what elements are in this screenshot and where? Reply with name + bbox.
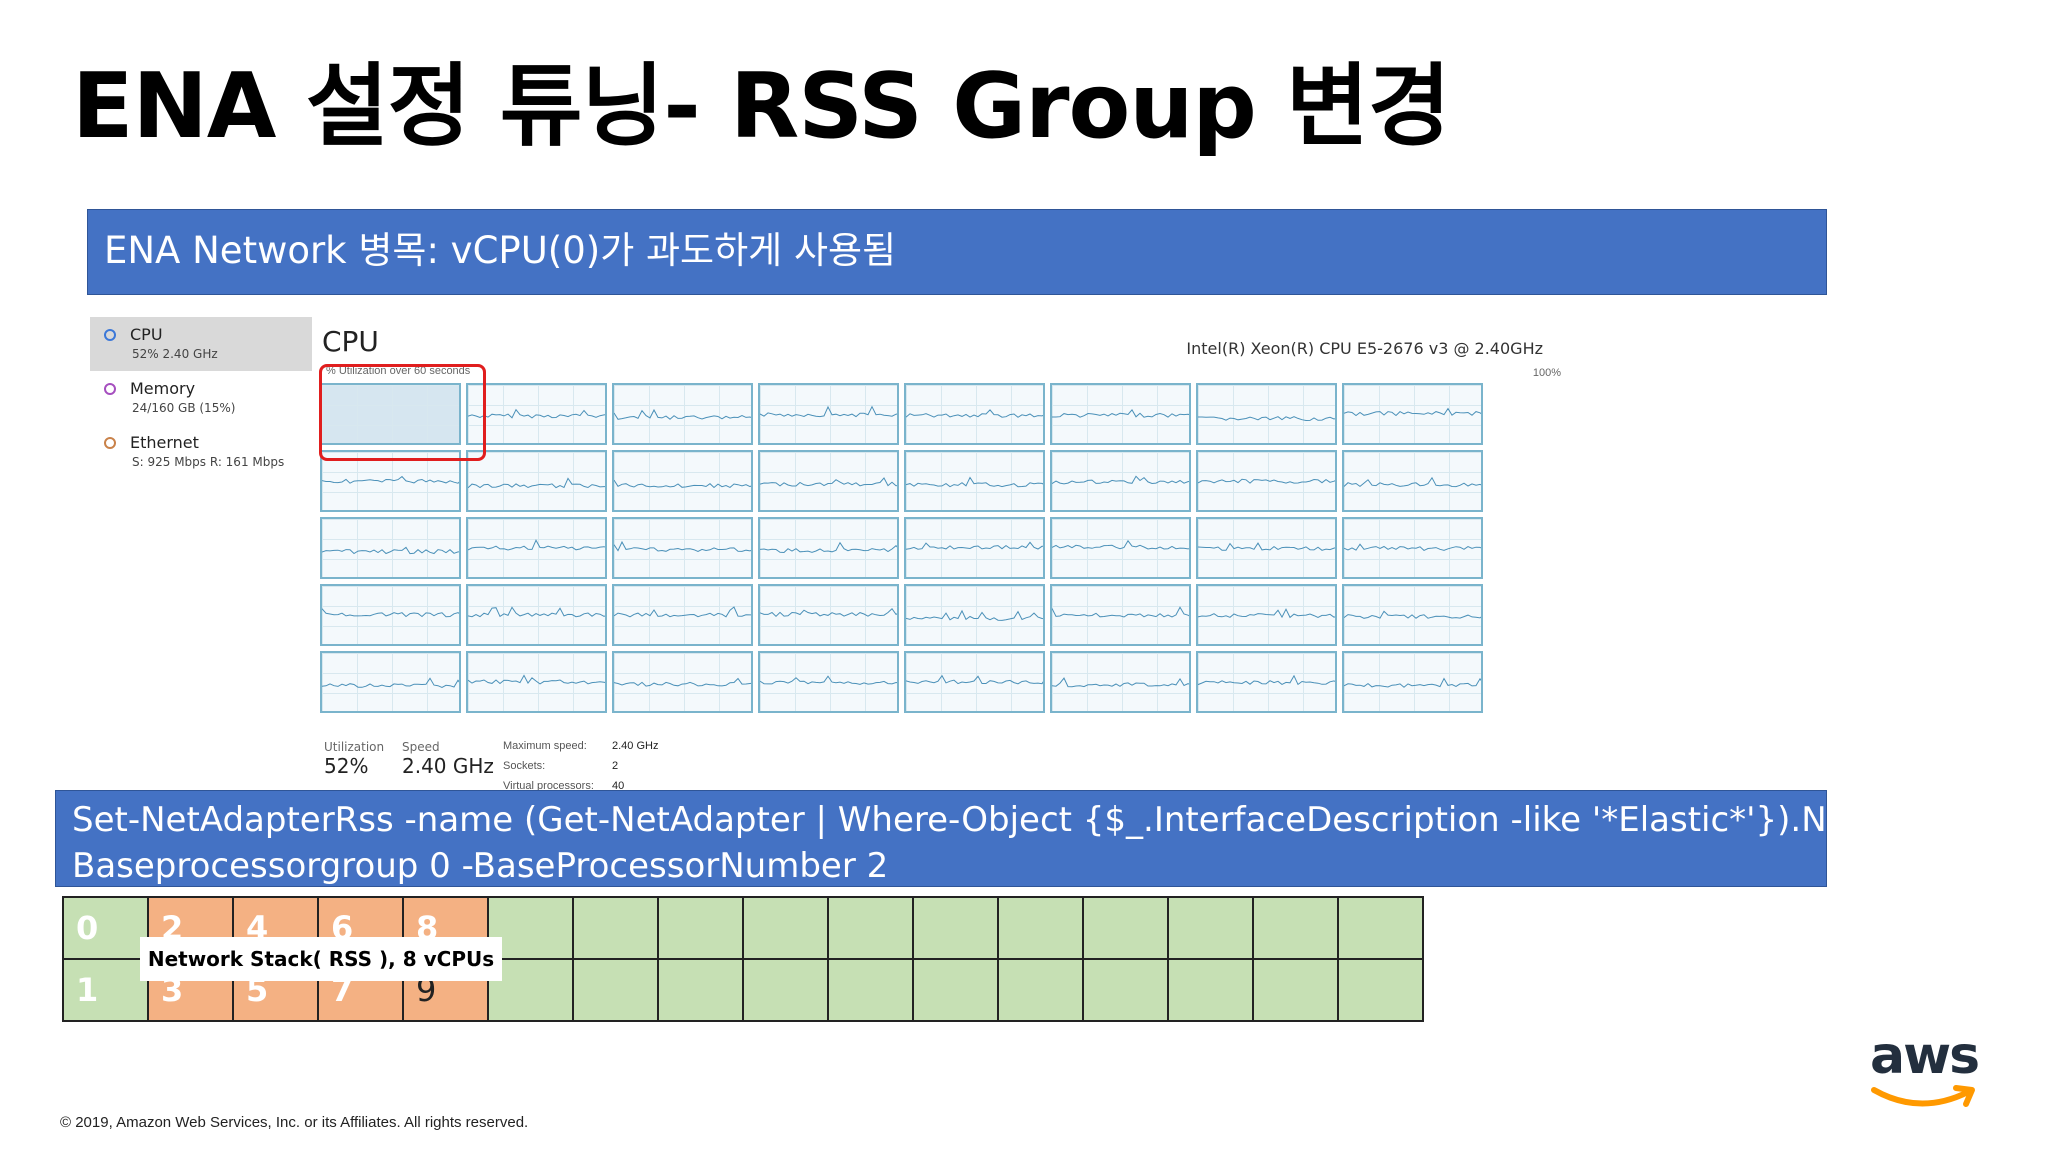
cpu-graph-cell — [904, 584, 1045, 646]
cpu-graph-cell — [904, 450, 1045, 512]
processor-cell — [657, 958, 744, 1022]
processor-cell — [1167, 958, 1254, 1022]
sidebar-item-detail: 24/160 GB (15%) — [132, 401, 236, 415]
cpu-graph-cell — [612, 450, 753, 512]
processor-cell — [1082, 896, 1169, 960]
cpu-graph-cell — [466, 517, 607, 579]
cpu-graph-cell — [1050, 584, 1191, 646]
cpu-panel: CPU Intel(R) Xeon(R) CPU E5-2676 v3 @ 2.… — [316, 315, 1561, 792]
processor-cell — [1252, 958, 1339, 1022]
sidebar-item-cpu[interactable]: CPU 52% 2.40 GHz — [90, 317, 312, 371]
processor-cell — [912, 958, 999, 1022]
cpu-graph-cell — [466, 584, 607, 646]
sockets-value: 2 — [612, 760, 619, 772]
processor-cell — [997, 958, 1084, 1022]
cpu-graph-cell — [1342, 383, 1483, 445]
cpu-graph-cell — [1050, 517, 1191, 579]
cpu-graph-cell — [320, 517, 461, 579]
processor-cell — [827, 958, 914, 1022]
processor-cell — [997, 896, 1084, 960]
processor-cell — [1252, 896, 1339, 960]
utilization-value: 52% — [324, 754, 369, 778]
speed-stat: Speed 2.40 GHz — [402, 740, 494, 778]
cpu-graph-cell — [904, 651, 1045, 713]
utilization-stat: Utilization 52% — [324, 740, 384, 778]
ethernet-circle-icon — [104, 437, 116, 449]
cpu-graph-cell — [1050, 383, 1191, 445]
sidebar-item-memory[interactable]: Memory 24/160 GB (15%) — [90, 371, 312, 425]
max-speed-label: Maximum speed: — [503, 740, 587, 752]
network-stack-label: Network Stack( RSS ), 8 vCPUs — [140, 937, 502, 981]
sidebar-item-label: Memory — [130, 379, 196, 398]
aws-smile-icon — [1871, 1085, 1975, 1107]
memory-circle-icon — [104, 383, 116, 395]
sidebar-item-label: Ethernet — [130, 433, 199, 452]
command-line-2: Baseprocessorgroup 0 -BaseProcessorNumbe… — [72, 846, 889, 886]
sidebar-item-detail: S: 925 Mbps R: 161 Mbps — [132, 455, 285, 469]
cpu-graph-cell — [1196, 651, 1337, 713]
cpu-graph-cell — [758, 584, 899, 646]
processor-cell: 0 — [62, 896, 149, 960]
cpu-graph-cell — [1196, 450, 1337, 512]
processor-cell — [912, 896, 999, 960]
cpu-graph-cell — [1196, 584, 1337, 646]
cpu-graph-cell — [466, 383, 607, 445]
sidebar-item-label: CPU — [130, 325, 163, 344]
cpu-graph-cell — [612, 383, 753, 445]
speed-value: 2.40 GHz — [402, 754, 494, 778]
graph-max-label: 100% — [1532, 367, 1561, 379]
cpu-graph-cell — [1050, 651, 1191, 713]
aws-logo: aws — [1870, 1026, 1980, 1116]
cpu-graph-cell — [758, 651, 899, 713]
processor-cell: 1 — [62, 958, 149, 1022]
processor-cell — [742, 958, 829, 1022]
processor-cell — [572, 958, 659, 1022]
cpu-graph-cell — [758, 517, 899, 579]
cpu-model: Intel(R) Xeon(R) CPU E5-2676 v3 @ 2.40GH… — [1186, 339, 1543, 358]
command-line-1: Set-NetAdapterRss -name (Get-NetAdapter … — [72, 800, 1925, 840]
task-manager-screenshot: CPU 52% 2.40 GHz Memory 24/160 GB (15%) … — [88, 315, 1561, 792]
vcpu0-highlight — [319, 364, 486, 461]
processor-cell — [1337, 958, 1424, 1022]
processor-cell — [1167, 896, 1254, 960]
utilization-label: Utilization — [324, 740, 385, 754]
processor-cell — [657, 896, 744, 960]
cpu-graph-cell — [320, 584, 461, 646]
processor-cell — [572, 896, 659, 960]
cpu-graph-cell — [612, 517, 753, 579]
processor-cell — [827, 896, 914, 960]
powershell-command-banner: Set-NetAdapterRss -name (Get-NetAdapter … — [55, 790, 1925, 887]
aws-logo-text: aws — [1870, 1026, 1980, 1086]
task-manager-sidebar: CPU 52% 2.40 GHz Memory 24/160 GB (15%) … — [88, 315, 312, 790]
cpu-graph-cell — [904, 383, 1045, 445]
processor-cell — [1337, 896, 1424, 960]
sidebar-item-detail: 52% 2.40 GHz — [132, 347, 218, 361]
cpu-graph-cell — [904, 517, 1045, 579]
cpu-circle-icon — [104, 329, 116, 341]
cpu-graph-cell — [758, 383, 899, 445]
cpu-heading: CPU — [322, 325, 379, 358]
cpu-graph-cell — [1342, 450, 1483, 512]
cpu-graph-cell — [1196, 517, 1337, 579]
cpu-graph-cell — [1342, 584, 1483, 646]
max-speed-value: 2.40 GHz — [612, 740, 659, 752]
cpu-graph-cell — [466, 651, 607, 713]
cpu-graph-cell — [758, 450, 899, 512]
processor-cell — [1082, 958, 1169, 1022]
sockets-label: Sockets: — [503, 760, 546, 772]
bottleneck-banner: ENA Network 병목: vCPU(0)가 과도하게 사용됨 — [87, 209, 1827, 295]
slide-title: ENA 설정 튜닝- RSS Group 변경 — [72, 54, 1451, 159]
sidebar-item-ethernet[interactable]: Ethernet S: 925 Mbps R: 161 Mbps — [90, 425, 312, 479]
cpu-graph-cell — [320, 651, 461, 713]
cpu-graph-cell — [1342, 517, 1483, 579]
processor-cell — [742, 896, 829, 960]
cpu-graph-cell — [466, 450, 607, 512]
cpu-graph-cell — [1050, 450, 1191, 512]
speed-label: Speed — [402, 740, 440, 754]
cpu-graph-cell — [612, 584, 753, 646]
cpu-graph-cell — [1196, 383, 1337, 445]
cpu-graph-cell — [612, 651, 753, 713]
copyright-notice: © 2019, Amazon Web Services, Inc. or its… — [60, 1114, 529, 1131]
cpu-graph-cell — [1342, 651, 1483, 713]
